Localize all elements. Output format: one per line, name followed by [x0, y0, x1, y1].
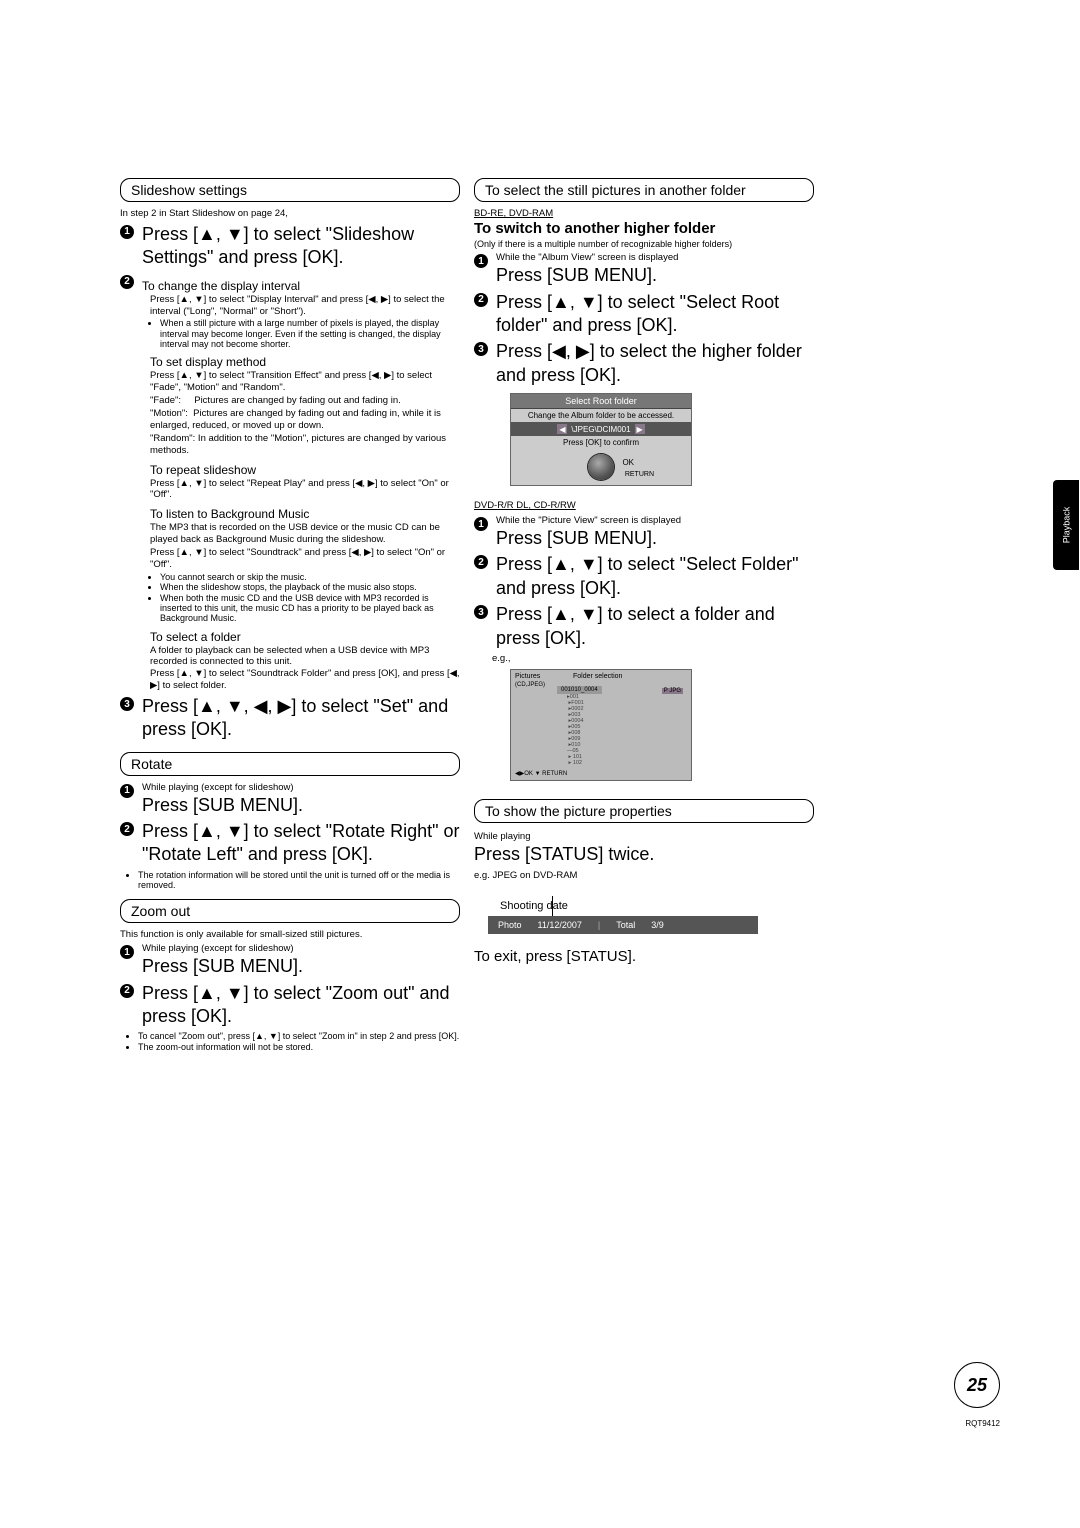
rotate-note: The rotation information will be stored …: [138, 870, 460, 891]
r2-step2: Press [▲, ▼] to select "Select Folder" a…: [496, 553, 814, 600]
select-folder-body: A folder to playback can be selected whe…: [120, 645, 460, 693]
r2-step3: Press [▲, ▼] to select a folder and pres…: [496, 603, 814, 650]
rotate-header: Rotate: [120, 752, 460, 776]
page-number: 25: [954, 1362, 1000, 1408]
slideshow-settings-header-text: Slideshow settings: [131, 182, 247, 198]
zoom-intro: This function is only available for smal…: [120, 929, 460, 941]
bg-music-note1: You cannot search or skip the music.: [160, 572, 460, 582]
set-display-body: Press [▲, ▼] to select "Transition Effec…: [120, 370, 460, 394]
properties-while: While playing: [474, 831, 814, 843]
statusbar-photo: Photo: [498, 920, 522, 930]
rotate-header-text: Rotate: [131, 756, 172, 772]
r1-step2: Press [▲, ▼] to select "Select Root fold…: [496, 291, 814, 338]
status-bar-osd: Photo 11/12/2007 | Total 3/9: [488, 916, 758, 934]
osd2-title: Pictures: [515, 673, 540, 680]
r2-step1b: Press [SUB MENU].: [496, 527, 681, 550]
slideshow-settings-header: Slideshow settings: [120, 178, 460, 202]
rotate-step2: Press [▲, ▼] to select "Rotate Right" or…: [142, 820, 460, 867]
rotate-step1-marker: 1: [120, 784, 134, 798]
osd2-folder-tree: ▸001 ▸F001 ▸0002 ▸003 ▸0004 ▸005 ▸008 ▸0…: [567, 694, 584, 767]
r2-step1a: While the "Picture View" screen is displ…: [496, 515, 681, 527]
r2-step2-marker: 2: [474, 555, 488, 569]
r2-step3-marker: 3: [474, 605, 488, 619]
set-display-motion: "Motion": Pictures are changed by fading…: [120, 408, 460, 432]
disc-type-1: BD-RE, DVD-RAM: [474, 208, 814, 220]
statusbar-date: 11/12/2007: [538, 920, 582, 930]
repeat-heading: To repeat slideshow: [120, 463, 460, 477]
change-interval-body: Press [▲, ▼] to select "Display Interval…: [120, 294, 460, 318]
switch-higher-note: (Only if there is a multiple number of r…: [474, 239, 814, 250]
osd1-path: \JPEG\DCIM001: [571, 425, 630, 434]
show-properties-header-text: To show the picture properties: [485, 803, 672, 819]
osd1-subtitle: Change the Album folder to be accessed.: [511, 409, 691, 422]
properties-eg: e.g. JPEG on DVD-RAM: [474, 870, 814, 882]
osd2-label: Folder selection: [573, 673, 622, 680]
select-folder-heading: To select a folder: [120, 630, 460, 644]
bg-music-heading: To listen to Background Music: [120, 507, 460, 521]
osd2-footer: ◀▶OK ▼ RETURN: [515, 770, 567, 777]
zoom-header-text: Zoom out: [131, 903, 190, 919]
zoom-header: Zoom out: [120, 899, 460, 923]
folder-selection-osd: Pictures (CD,JPEG) Folder selection 0010…: [510, 669, 692, 781]
statusbar-total-label: Total: [616, 920, 635, 930]
shooting-date-label: Shooting date: [500, 900, 568, 912]
zoom-note2: The zoom-out information will not be sto…: [138, 1042, 460, 1052]
left-chevron-icon: ◀: [557, 424, 567, 434]
zoom-step2: Press [▲, ▼] to select "Zoom out" and pr…: [142, 982, 460, 1029]
zoom-step2-marker: 2: [120, 984, 134, 998]
bg-music-note3: When both the music CD and the USB devic…: [160, 593, 460, 624]
r1-step1-marker: 1: [474, 254, 488, 268]
select-root-folder-osd: Select Root folder Change the Album fold…: [510, 393, 692, 486]
set-display-random: "Random": In addition to the "Motion", p…: [120, 433, 460, 457]
osd2-subtitle: (CD,JPEG): [515, 682, 545, 688]
show-properties-header: To show the picture properties: [474, 799, 814, 823]
rotate-step2-marker: 2: [120, 822, 134, 836]
bg-music-body2: Press [▲, ▼] to select "Soundtrack" and …: [120, 547, 460, 571]
step-1-marker: 1: [120, 225, 134, 239]
rotate-step1b: Press [SUB MENU].: [142, 794, 303, 817]
right-chevron-icon: ▶: [635, 424, 645, 434]
step-2-marker: 2: [120, 275, 134, 289]
osd1-title: Select Root folder: [511, 394, 691, 409]
r2-step1-marker: 1: [474, 517, 488, 531]
ok-wheel-icon: [588, 454, 614, 480]
r1-step1a: While the "Album View" screen is display…: [496, 252, 678, 264]
in-step-note: In step 2 in Start Slideshow on page 24,: [120, 208, 460, 220]
slideshow-step3: Press [▲, ▼, ◀, ▶] to select "Set" and p…: [142, 695, 460, 742]
eg-label: e.g.,: [474, 653, 814, 665]
switch-higher-folder-heading: To switch to another higher folder: [474, 220, 814, 239]
statusbar-fraction: 3/9: [651, 920, 664, 930]
step-3-marker: 3: [120, 697, 134, 711]
r1-step2-marker: 2: [474, 293, 488, 307]
rotate-step1a: While playing (except for slideshow): [142, 782, 303, 794]
r1-step3: Press [◀, ▶] to select the higher folder…: [496, 340, 814, 387]
r1-step3-marker: 3: [474, 342, 488, 356]
osd1-confirm: Press [OK] to confirm: [511, 436, 691, 449]
bg-music-body1: The MP3 that is recorded on the USB devi…: [120, 522, 460, 546]
bg-music-note2: When the slideshow stops, the playback o…: [160, 582, 460, 592]
select-other-folder-header-text: To select the still pictures in another …: [485, 182, 746, 198]
r1-step1b: Press [SUB MENU].: [496, 264, 678, 287]
properties-exit: To exit, press [STATUS].: [474, 948, 814, 967]
document-code: RQT9412: [965, 1419, 1000, 1428]
disc-type-2: DVD-R/R DL, CD-R/RW: [474, 500, 814, 512]
set-display-fade: "Fade": Pictures are changed by fading o…: [120, 395, 460, 407]
set-display-heading: To set display method: [120, 355, 460, 369]
zoom-note1: To cancel "Zoom out", press [▲, ▼] to se…: [138, 1031, 460, 1041]
properties-status-twice: Press [STATUS] twice.: [474, 843, 814, 866]
slideshow-step1: Press [▲, ▼] to select "Slideshow Settin…: [142, 223, 460, 270]
zoom-step1-marker: 1: [120, 945, 134, 959]
zoom-step1a: While playing (except for slideshow): [142, 943, 303, 955]
playback-side-tab: Playback: [1053, 480, 1079, 570]
zoom-step1b: Press [SUB MENU].: [142, 955, 303, 978]
change-interval-heading: To change the display interval: [142, 279, 300, 293]
osd2-badge: P JPG: [662, 688, 683, 694]
repeat-body: Press [▲, ▼] to select "Repeat Play" and…: [120, 478, 460, 502]
osd2-current-folder: 001010_0004: [557, 686, 602, 694]
change-interval-note: When a still picture with a large number…: [160, 318, 460, 349]
select-other-folder-header: To select the still pictures in another …: [474, 178, 814, 202]
